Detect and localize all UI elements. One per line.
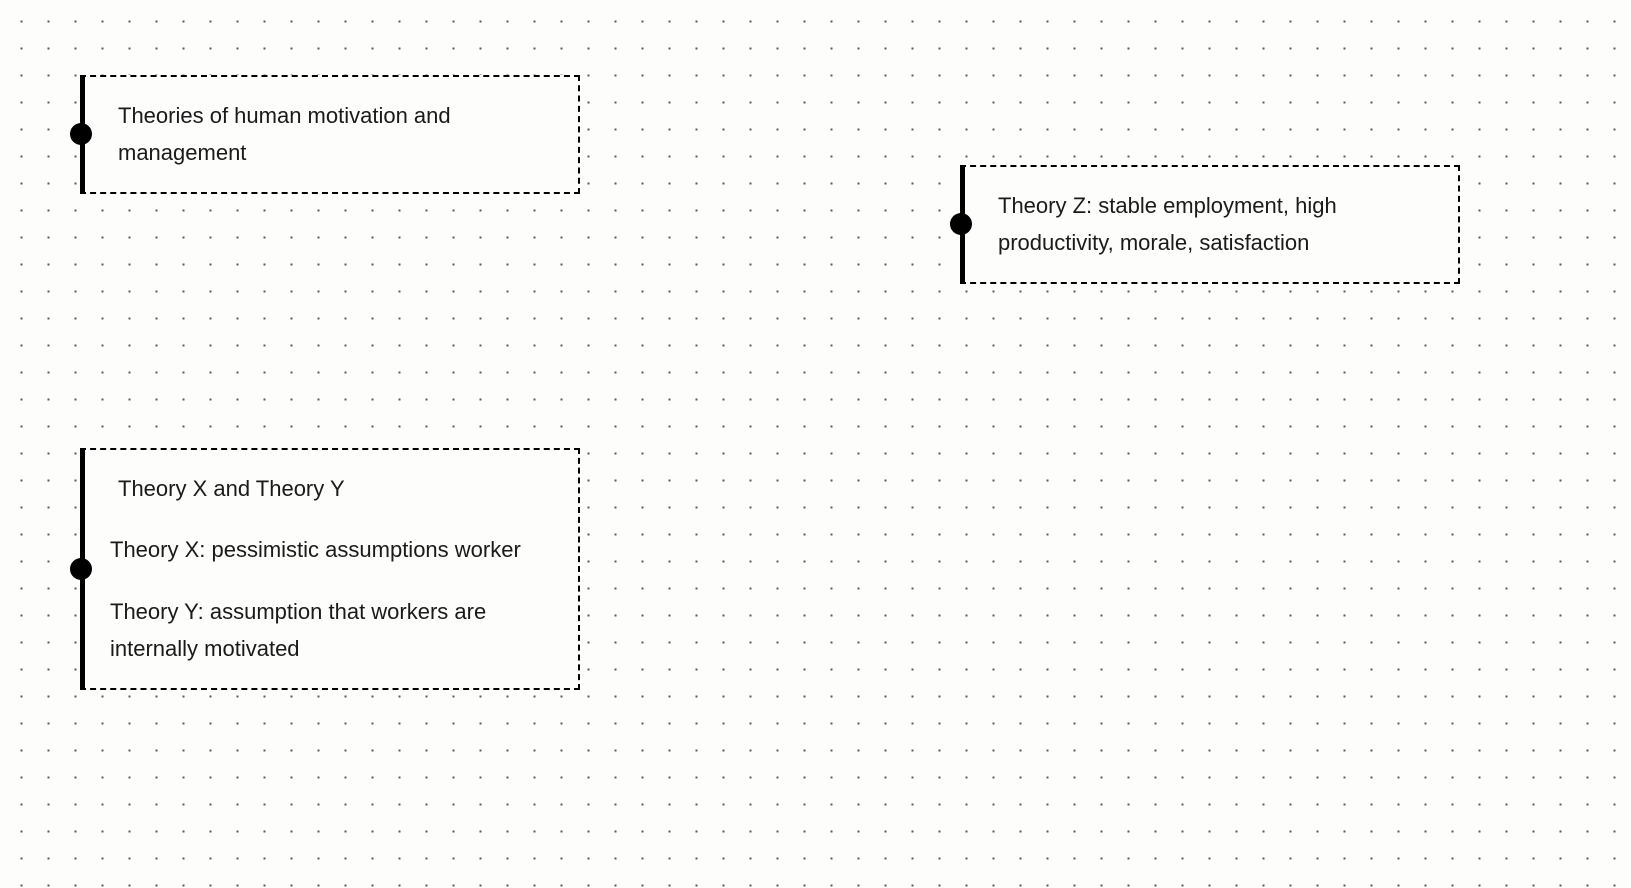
bullet-icon: [950, 213, 972, 235]
diagram-card-theory-x-y[interactable]: Theory X and Theory Y Theory X: pessimis…: [80, 448, 580, 690]
bullet-icon: [70, 558, 92, 580]
diagram-card-motivation-theories[interactable]: Theories of human motivation and managem…: [80, 75, 580, 194]
diagram-card-theory-z[interactable]: Theory Z: stable employment, high produc…: [960, 165, 1460, 284]
card-text: Theory Z: stable employment, high produc…: [990, 187, 1434, 262]
card-text: Theory Y: assumption that workers are in…: [110, 593, 554, 668]
card-text: Theory X: pessimistic assumptions worker: [110, 531, 554, 568]
card-text: Theory X and Theory Y: [110, 470, 554, 507]
card-text: Theories of human motivation and managem…: [110, 97, 554, 172]
bullet-icon: [70, 123, 92, 145]
